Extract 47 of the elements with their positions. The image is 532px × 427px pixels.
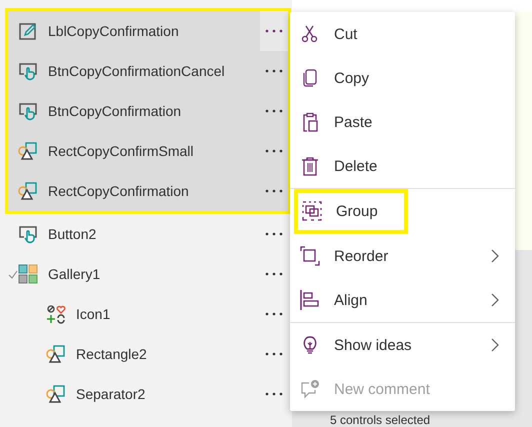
reorder-icon: [300, 246, 320, 266]
tree-item[interactable]: BtnCopyConfirmationCancel: [8, 51, 288, 91]
tree-item[interactable]: RectCopyConfirmation: [8, 171, 288, 211]
tree-item[interactable]: Gallery1: [8, 254, 288, 294]
trash-icon: [300, 156, 320, 176]
button-hand-icon: [18, 224, 38, 244]
ellipsis-icon: [265, 109, 283, 113]
more-button[interactable]: [260, 11, 288, 51]
comment-add-icon: [300, 379, 320, 399]
menu-item[interactable]: Copy: [290, 56, 515, 100]
group-icon: [302, 201, 322, 221]
ellipsis-icon: [265, 149, 283, 153]
ellipsis-icon: [265, 392, 283, 396]
tree-item[interactable]: RectCopyConfirmSmall: [8, 131, 288, 171]
gallery-icon: [18, 264, 38, 284]
tree-item[interactable]: Rectangle2: [8, 334, 288, 374]
tree-item[interactable]: Icon1: [8, 294, 288, 334]
tree-item[interactable]: Separator2: [8, 374, 288, 414]
pencil-icon: [18, 21, 38, 41]
button-hand-icon: [18, 61, 38, 81]
scissors-icon: [300, 24, 320, 44]
tree-item[interactable]: Button2: [8, 214, 288, 254]
shapes-icon: [18, 141, 38, 161]
menu-item[interactable]: Show ideas: [290, 323, 515, 367]
menu-item[interactable]: Paste: [290, 100, 515, 144]
ellipsis-icon: [265, 189, 283, 193]
ellipsis-icon: [265, 29, 283, 33]
ellipsis-icon: [265, 232, 283, 236]
tree-item[interactable]: LblCopyConfirmation: [8, 11, 288, 51]
menu-item[interactable]: Group: [294, 189, 408, 234]
ellipsis-icon: [265, 69, 283, 73]
icons-icon: [46, 304, 66, 324]
ellipsis-icon: [265, 312, 283, 316]
shapes-icon: [46, 384, 66, 404]
menu-item[interactable]: Delete: [290, 144, 515, 189]
menu-item[interactable]: Align: [290, 278, 515, 323]
ellipsis-icon: [265, 352, 283, 356]
tree-item[interactable]: BtnCopyConfirmation: [8, 91, 288, 131]
ellipsis-icon: [265, 272, 283, 276]
menu-item[interactable]: Cut: [290, 12, 515, 56]
menu-item[interactable]: Reorder: [290, 234, 515, 278]
shapes-icon: [18, 181, 38, 201]
align-icon: [300, 290, 320, 310]
check-chevron-icon[interactable]: [8, 269, 18, 279]
status-text: 5 controls selected: [330, 413, 430, 427]
button-hand-icon: [18, 101, 38, 121]
shapes-icon: [46, 344, 66, 364]
